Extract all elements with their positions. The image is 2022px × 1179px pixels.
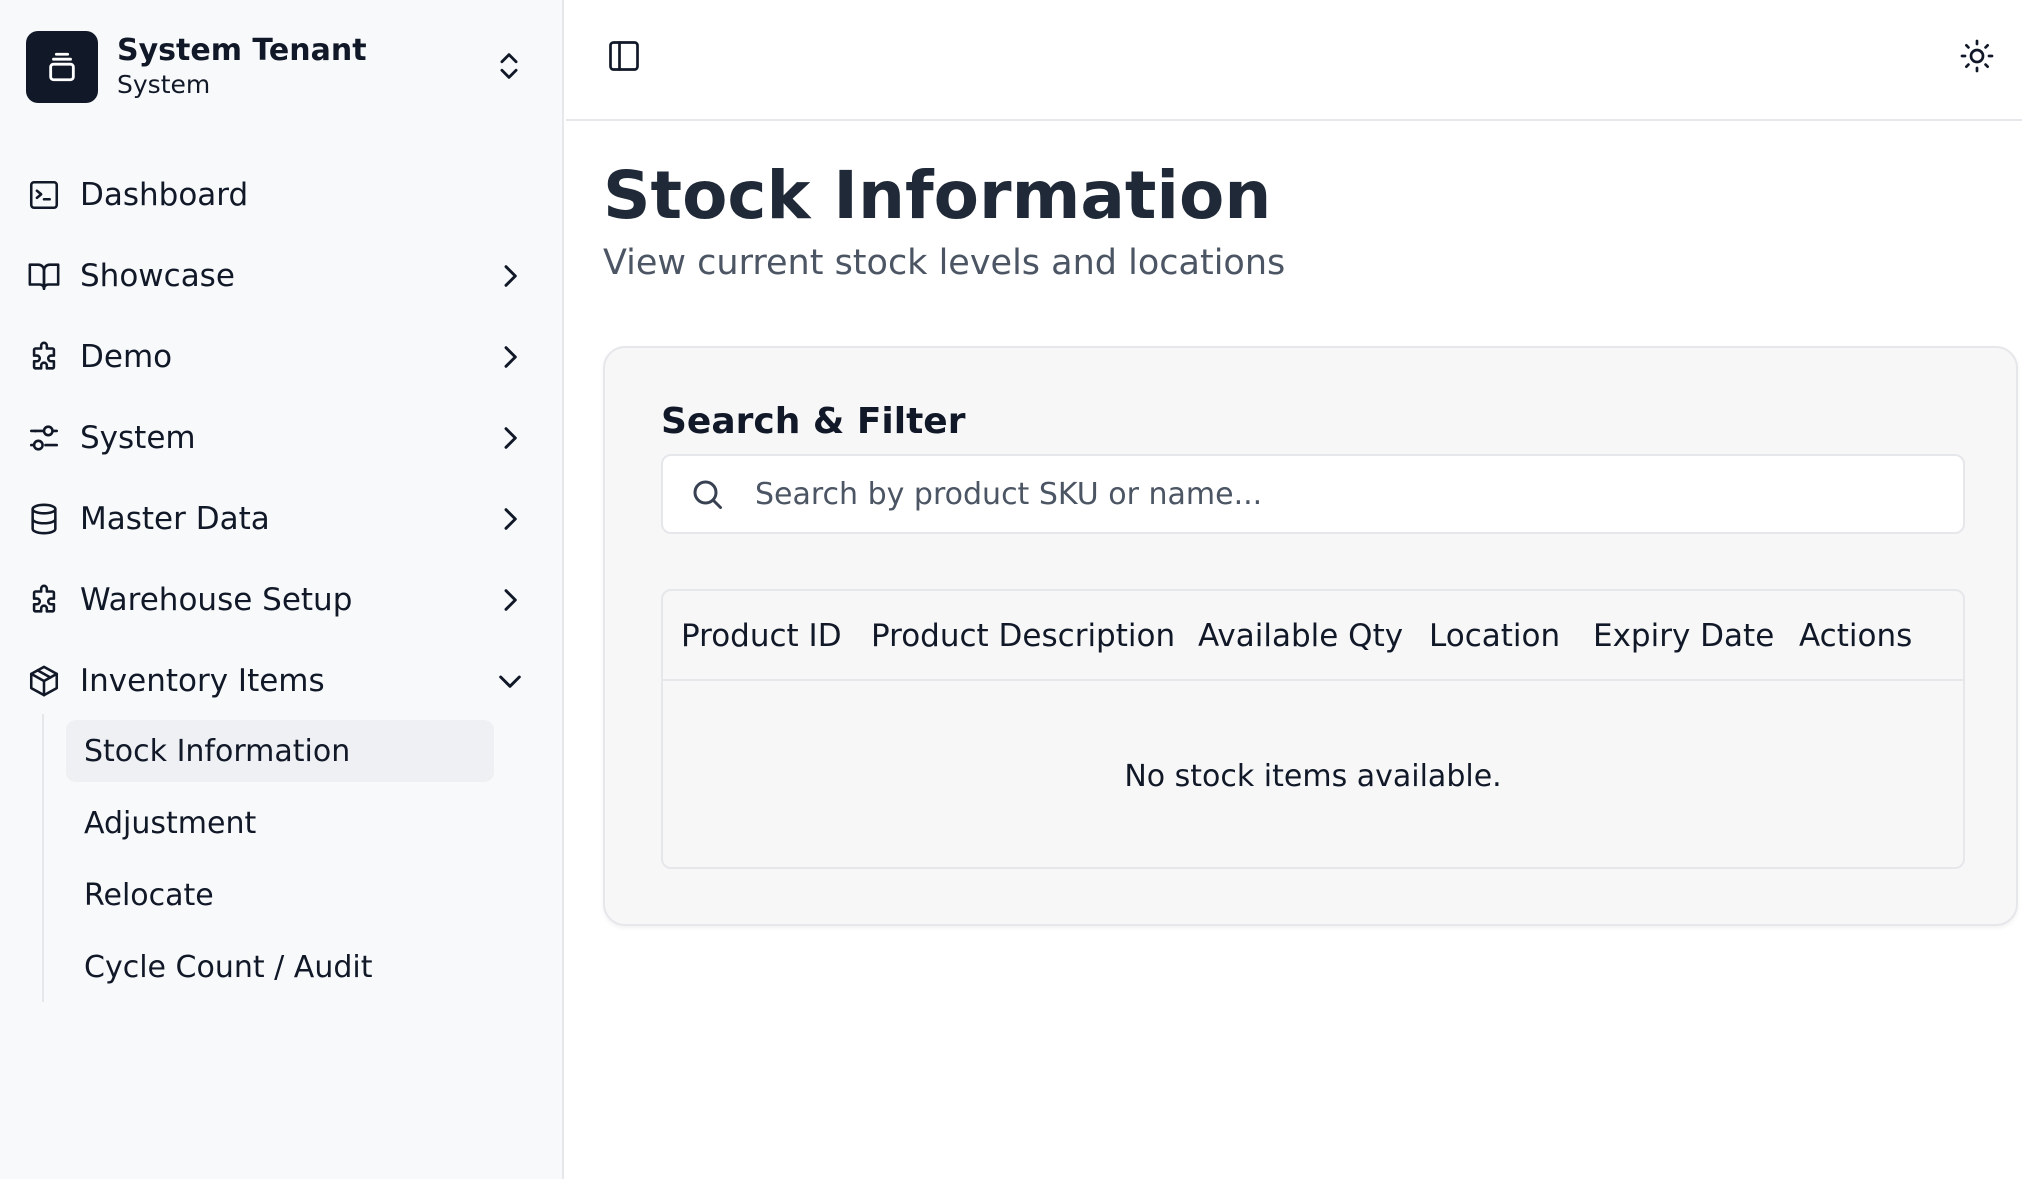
layers-icon bbox=[49, 52, 75, 82]
search-icon bbox=[693, 480, 722, 509]
sidebar-item-inventory-items[interactable]: Inventory Items bbox=[0, 640, 564, 721]
table-header: Product ID Product Description Available… bbox=[663, 591, 1963, 681]
sidebar-item-label: System bbox=[80, 419, 196, 456]
sun-icon[interactable] bbox=[1959, 38, 1995, 74]
sidebar-item-label: Master Data bbox=[80, 500, 270, 537]
tenant-subtitle: System bbox=[117, 70, 211, 99]
sidebar-item-label: Warehouse Setup bbox=[80, 581, 353, 618]
top-bar bbox=[566, 0, 2022, 121]
sidebar-item-master-data[interactable]: Master Data bbox=[0, 478, 564, 559]
tenant-switcher[interactable]: System Tenant System bbox=[26, 31, 526, 103]
chevron-right-icon bbox=[504, 508, 517, 530]
tenant-logo bbox=[26, 31, 98, 103]
database-icon bbox=[31, 503, 57, 534]
puzzle-icon bbox=[32, 341, 56, 370]
column-header-product-description[interactable]: Product Description bbox=[871, 615, 1175, 657]
sidebar-item-label: Dashboard bbox=[80, 176, 249, 213]
subnav-item-cycle-count-audit[interactable]: Cycle Count / Audit bbox=[66, 936, 494, 998]
inventory-subnav: Stock Information Adjustment Relocate Cy… bbox=[42, 714, 522, 1002]
tenant-name: System Tenant bbox=[117, 33, 367, 68]
subnav-item-adjustment[interactable]: Adjustment bbox=[66, 792, 494, 854]
sidebar: System Tenant System Dashboard Showcase … bbox=[0, 0, 564, 1179]
search-filter-card: Search & Filter Product ID Product Descr… bbox=[603, 346, 2018, 926]
search-box[interactable] bbox=[661, 454, 1965, 534]
column-header-product-id[interactable]: Product ID bbox=[681, 615, 842, 657]
sidebar-item-label: Showcase bbox=[80, 257, 235, 294]
sidebar-item-warehouse-setup[interactable]: Warehouse Setup bbox=[0, 559, 564, 640]
chevron-right-icon bbox=[504, 346, 517, 368]
sidebar-item-showcase[interactable]: Showcase bbox=[0, 235, 564, 316]
chevron-right-icon bbox=[504, 265, 517, 287]
column-header-expiry-date[interactable]: Expiry Date bbox=[1593, 615, 1774, 657]
page-title: Stock Information bbox=[603, 157, 1272, 234]
terminal-square-icon bbox=[29, 180, 59, 209]
settings-sliders-icon bbox=[29, 424, 59, 451]
column-header-available-qty[interactable]: Available Qty bbox=[1198, 615, 1403, 657]
package-icon bbox=[29, 665, 59, 696]
page-subtitle: View current stock levels and locations bbox=[603, 243, 1286, 283]
sidebar-toggle-icon[interactable] bbox=[606, 38, 642, 74]
card-title: Search & Filter bbox=[661, 401, 966, 442]
chevrons-up-down-icon bbox=[500, 53, 518, 79]
chevron-right-icon bbox=[504, 589, 517, 611]
sidebar-item-label: Inventory Items bbox=[80, 662, 325, 699]
column-header-location[interactable]: Location bbox=[1429, 615, 1560, 657]
subnav-item-relocate[interactable]: Relocate bbox=[66, 864, 494, 926]
book-open-icon bbox=[28, 262, 60, 290]
sidebar-item-system[interactable]: System bbox=[0, 397, 564, 478]
chevron-right-icon bbox=[504, 427, 517, 449]
puzzle-icon bbox=[32, 584, 56, 613]
sidebar-item-demo[interactable]: Demo bbox=[0, 316, 564, 397]
sidebar-item-dashboard[interactable]: Dashboard bbox=[0, 154, 564, 235]
stock-table: Product ID Product Description Available… bbox=[661, 589, 1965, 869]
chevron-down-icon bbox=[499, 675, 521, 688]
sidebar-item-label: Demo bbox=[80, 338, 173, 375]
search-input[interactable] bbox=[753, 475, 1933, 513]
column-header-actions: Actions bbox=[1799, 618, 1913, 654]
sidebar-nav: Dashboard Showcase Demo System Master Da… bbox=[0, 154, 564, 721]
empty-state-message: No stock items available. bbox=[1124, 758, 1502, 794]
subnav-item-stock-information[interactable]: Stock Information bbox=[66, 720, 494, 782]
